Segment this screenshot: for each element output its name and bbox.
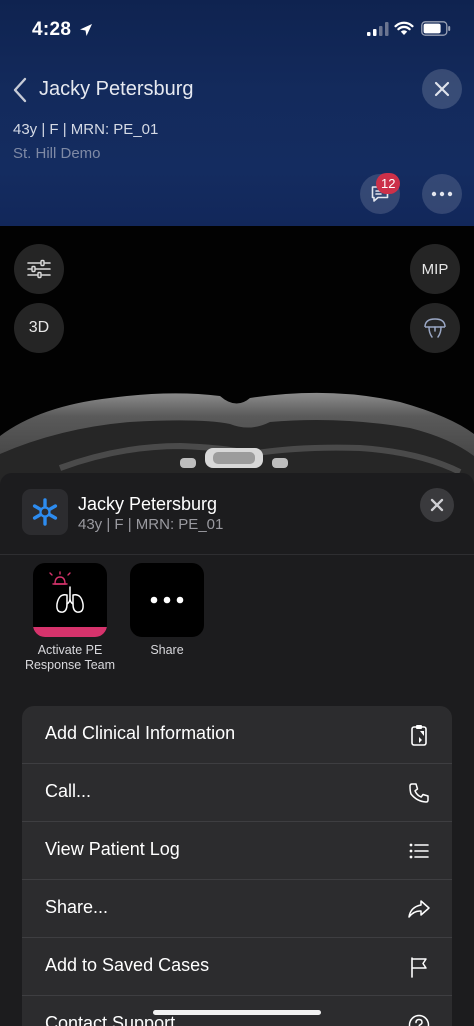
menu-item-call[interactable]: Call...: [22, 764, 452, 822]
unread-count-badge: 12: [376, 173, 401, 194]
clipboard-icon: [411, 725, 427, 746]
list-icon: [409, 843, 429, 859]
share-arrow-icon: [408, 900, 430, 918]
sliders-icon: [27, 259, 51, 279]
cellular-signal-icon: [367, 22, 389, 36]
lungs-alarm-icon: [49, 571, 84, 613]
action-menu: Add Clinical Information Call... View Pa…: [22, 706, 452, 1026]
menu-item-label: Share...: [45, 897, 109, 917]
menu-item-label: Add Clinical Information: [45, 723, 236, 743]
menu-item-add-to-saved-cases[interactable]: Add to Saved Cases: [22, 938, 452, 996]
menu-item-label: Add to Saved Cases: [45, 955, 210, 975]
close-icon: [430, 498, 444, 512]
menu-item-add-clinical-information[interactable]: Add Clinical Information: [22, 706, 452, 764]
home-indicator[interactable]: [153, 1010, 321, 1015]
menu-item-share[interactable]: Share...: [22, 880, 452, 938]
patient-header: 4:28 Jacky Petersburg 43y | F | MRN: PE_…: [0, 0, 474, 226]
share-action-label: Share: [150, 643, 184, 657]
activate-pe-response-team-button[interactable]: [33, 563, 107, 637]
activate-pe-label: Activate PE Response Team: [15, 643, 125, 673]
mip-button[interactable]: MIP: [410, 244, 460, 294]
image-viewer[interactable]: 3D MIP: [0, 226, 474, 486]
ellipsis-icon: [431, 191, 453, 197]
flag-icon: [411, 957, 427, 978]
anatomy-view-button[interactable]: [410, 303, 460, 353]
patient-name-title: Jacky Petersburg: [39, 78, 194, 100]
more-options-button[interactable]: [422, 174, 462, 214]
divider: [0, 554, 474, 555]
activate-pe-label-line2: Response Team: [24, 658, 116, 672]
patient-demographics: 43y | F | MRN: PE_01: [13, 121, 159, 138]
location-arrow-icon: [80, 24, 92, 36]
pe-accent-stripe: [33, 627, 107, 637]
battery-icon: [421, 21, 451, 36]
back-chevron-icon[interactable]: [10, 76, 30, 104]
share-action-button[interactable]: [130, 563, 204, 637]
activate-pe-label-line1: Activate PE: [37, 643, 103, 657]
menu-item-label: View Patient Log: [45, 839, 180, 859]
site-name: St. Hill Demo: [13, 145, 101, 162]
sheet-patient-demographics: 43y | F | MRN: PE_01: [78, 516, 224, 533]
phone-icon: [409, 783, 429, 803]
help-icon: [408, 1014, 430, 1026]
status-time: 4:28: [32, 19, 72, 40]
menu-item-view-patient-log[interactable]: View Patient Log: [22, 822, 452, 880]
close-icon: [434, 81, 450, 97]
three-d-button[interactable]: 3D: [14, 303, 64, 353]
close-sheet-button[interactable]: [420, 488, 454, 522]
ellipsis-icon: [150, 596, 184, 604]
medical-star-logo-icon: [32, 498, 58, 526]
status-bar: 4:28: [0, 0, 474, 60]
wifi-icon: [394, 21, 414, 35]
patient-action-sheet: Jacky Petersburg 43y | F | MRN: PE_01 Ac…: [0, 473, 474, 1026]
anatomy-icon: [424, 318, 446, 338]
close-viewer-button[interactable]: [422, 69, 462, 109]
menu-item-label: Call...: [45, 781, 92, 801]
sheet-patient-name: Jacky Petersburg: [78, 494, 218, 514]
ct-scan-image: [0, 392, 474, 486]
app-logo: [22, 489, 68, 535]
adjust-settings-button[interactable]: [14, 244, 64, 294]
